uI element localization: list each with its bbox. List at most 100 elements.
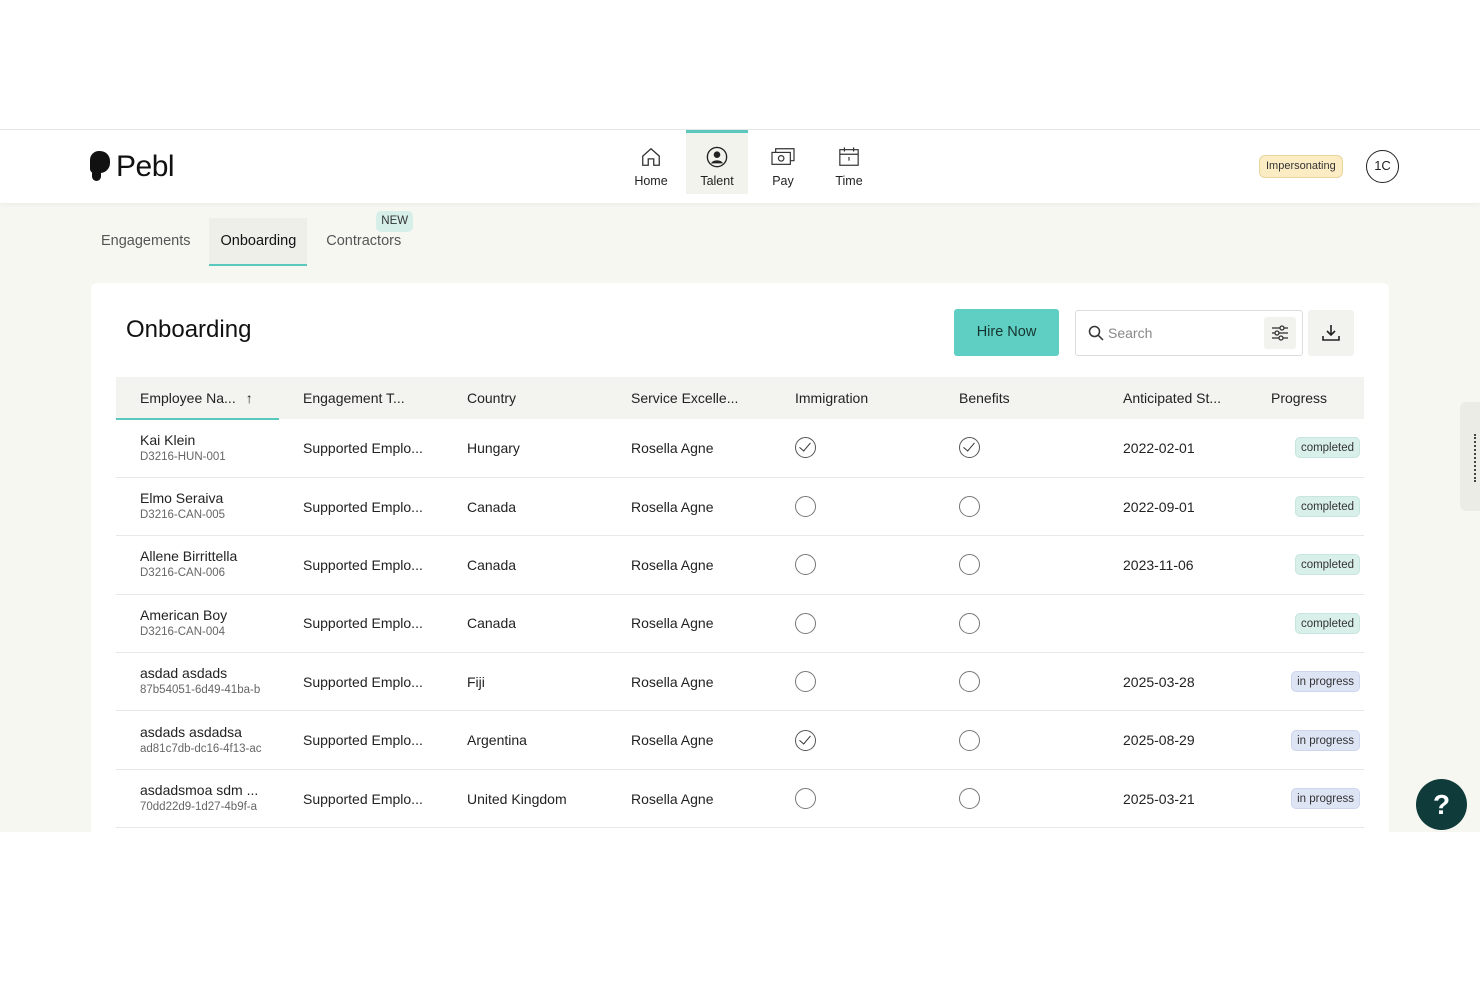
- search-box: [1075, 310, 1303, 356]
- employee-name: asdads asdadsa: [140, 723, 242, 740]
- table-row[interactable]: asdads asdadsa ad81c7db-dc16-4f13-ac Suppo…: [116, 711, 1364, 770]
- tab-engagements[interactable]: Engagements: [90, 218, 201, 266]
- logo-text: Pebl: [116, 150, 175, 183]
- progress-cell: completed: [1263, 536, 1364, 594]
- nav-pay[interactable]: Pay: [752, 130, 814, 194]
- top-header: Pebl Home Talent Pay Time Impersonating …: [0, 130, 1480, 203]
- grip-icon: [1474, 434, 1476, 482]
- table-header-row: Employee Na... ↑ Engagement T... Country …: [116, 377, 1364, 420]
- engagement-type-cell: Supported Emplo...: [303, 790, 423, 807]
- table-row[interactable]: Allene Birrittella D3216-CAN-006 Supported…: [116, 536, 1364, 595]
- benefits-check-icon[interactable]: [959, 729, 980, 751]
- service-excellence-cell: Rosella Agne: [631, 439, 714, 456]
- col-engagement-type[interactable]: Engagement T...: [279, 377, 443, 419]
- hire-now-button[interactable]: Hire Now: [954, 309, 1059, 356]
- pebl-logo-icon: [90, 151, 110, 183]
- engagement-type-cell: Supported Emplo...: [303, 556, 423, 573]
- avatar[interactable]: 1C: [1366, 150, 1399, 183]
- search-icon: [1088, 325, 1104, 341]
- app-window: Pebl Home Talent Pay Time Impersonating …: [0, 129, 1480, 832]
- tab-onboarding[interactable]: Onboarding: [209, 218, 308, 266]
- page-title: Onboarding: [126, 316, 252, 343]
- country-cell: Argentina: [467, 732, 527, 749]
- benefits-cell: [935, 477, 1099, 535]
- immigration-check-icon[interactable]: [795, 554, 816, 576]
- benefits-check-icon[interactable]: [959, 496, 980, 518]
- col-immigration[interactable]: Immigration: [771, 377, 935, 419]
- service-excellence-cell: Rosella Agne: [631, 498, 714, 515]
- nav-pay-label: Pay: [772, 174, 794, 188]
- calendar-icon: [839, 147, 859, 166]
- col-benefits[interactable]: Benefits: [935, 377, 1099, 419]
- table-row[interactable]: Elmo Seraiva D3216-CAN-005 Supported Emplo…: [116, 477, 1364, 536]
- immigration-cell: [771, 594, 935, 652]
- immigration-cell: [771, 477, 935, 535]
- immigration-cell: [771, 653, 935, 711]
- filter-button[interactable]: [1264, 317, 1296, 349]
- money-icon: [771, 148, 795, 165]
- benefits-check-icon[interactable]: [959, 554, 980, 576]
- col-employee-name[interactable]: Employee Na... ↑: [116, 377, 279, 420]
- col-service-excellence[interactable]: Service Excelle...: [607, 377, 771, 419]
- col-country[interactable]: Country: [443, 377, 607, 419]
- col-anticipated-start[interactable]: Anticipated St...: [1099, 377, 1263, 419]
- employee-name: asdadsmoa sdm ...: [140, 782, 259, 799]
- table-row[interactable]: American Boy D3216-CAN-004 Supported Emplo…: [116, 594, 1364, 653]
- benefits-cell: [935, 769, 1099, 827]
- side-panel-tab[interactable]: [1460, 402, 1480, 511]
- sliders-icon: [1272, 325, 1288, 341]
- employee-cell[interactable]: American Boy D3216-CAN-004: [116, 594, 279, 652]
- immigration-check-icon[interactable]: [795, 612, 816, 634]
- progress-cell: completed: [1263, 594, 1364, 652]
- engagement-type-cell: Supported Emplo...: [303, 615, 423, 632]
- service-excellence-cell: Rosella Agne: [631, 615, 714, 632]
- col-progress[interactable]: Progress: [1263, 377, 1364, 419]
- employee-id: D3216-HUN-001: [140, 450, 226, 463]
- immigration-check-icon[interactable]: [795, 496, 816, 518]
- progress-cell: in progress: [1263, 653, 1364, 711]
- benefits-check-icon[interactable]: [959, 437, 980, 459]
- employee-cell[interactable]: asdads asdadsa ad81c7db-dc16-4f13-ac: [116, 711, 279, 769]
- service-excellence-cell: Rosella Agne: [631, 732, 714, 749]
- benefits-check-icon[interactable]: [959, 612, 980, 634]
- progress-cell: completed: [1263, 477, 1364, 535]
- engagement-type-cell: Supported Emplo...: [303, 439, 423, 456]
- employee-name: American Boy: [140, 606, 228, 623]
- employee-cell[interactable]: asdadsmoa sdm ... 70dd22d9-1d27-4b9f-a: [116, 769, 279, 827]
- status-badge: completed: [1294, 612, 1360, 634]
- help-button[interactable]: ?: [1416, 779, 1467, 830]
- tab-contractors[interactable]: Contractors NEW: [315, 211, 414, 266]
- employee-cell[interactable]: Elmo Seraiva D3216-CAN-005: [116, 477, 279, 535]
- immigration-check-icon[interactable]: [795, 788, 816, 810]
- anticipated-start-cell: 2022-09-01: [1123, 498, 1195, 515]
- status-badge: in progress: [1291, 671, 1360, 693]
- employee-name: asdad asdads: [140, 665, 228, 682]
- employee-cell[interactable]: asdad asdads 87b54051-6d49-41ba-b: [116, 653, 279, 711]
- download-button[interactable]: [1308, 310, 1354, 356]
- progress-cell: in progress: [1263, 711, 1364, 769]
- nav-time[interactable]: Time: [818, 130, 880, 194]
- benefits-check-icon[interactable]: [959, 671, 980, 693]
- anticipated-start-cell: 2022-02-01: [1123, 439, 1195, 456]
- immigration-check-icon[interactable]: [795, 437, 816, 459]
- table-row[interactable]: asdad asdads 87b54051-6d49-41ba-b Supporte…: [116, 653, 1364, 711]
- sub-tabs: Engagements Onboarding Contractors NEW: [90, 211, 420, 266]
- engagement-type-cell: Supported Emplo...: [303, 498, 423, 515]
- nav-home[interactable]: Home: [620, 130, 682, 194]
- immigration-check-icon[interactable]: [795, 729, 816, 751]
- benefits-check-icon[interactable]: [959, 788, 980, 810]
- logo[interactable]: Pebl: [90, 150, 175, 184]
- onboarding-table: Employee Na... ↑ Engagement T... Country …: [116, 377, 1364, 828]
- employee-cell[interactable]: Allene Birrittella D3216-CAN-006: [116, 536, 279, 594]
- benefits-cell: [935, 711, 1099, 769]
- table-row[interactable]: Kai Klein D3216-HUN-001 Supported Emplo...…: [116, 419, 1364, 478]
- nav-talent[interactable]: Talent: [686, 130, 748, 194]
- search-input[interactable]: [1108, 321, 1258, 345]
- country-cell: Canada: [467, 498, 517, 515]
- employee-id: 70dd22d9-1d27-4b9f-a: [140, 801, 258, 814]
- country-cell: United Kingdom: [467, 790, 567, 807]
- service-excellence-cell: Rosella Agne: [631, 673, 714, 690]
- immigration-check-icon[interactable]: [795, 671, 816, 693]
- employee-cell[interactable]: Kai Klein D3216-HUN-001: [116, 419, 279, 477]
- table-row[interactable]: asdadsmoa sdm ... 70dd22d9-1d27-4b9f-a Sup…: [116, 769, 1364, 828]
